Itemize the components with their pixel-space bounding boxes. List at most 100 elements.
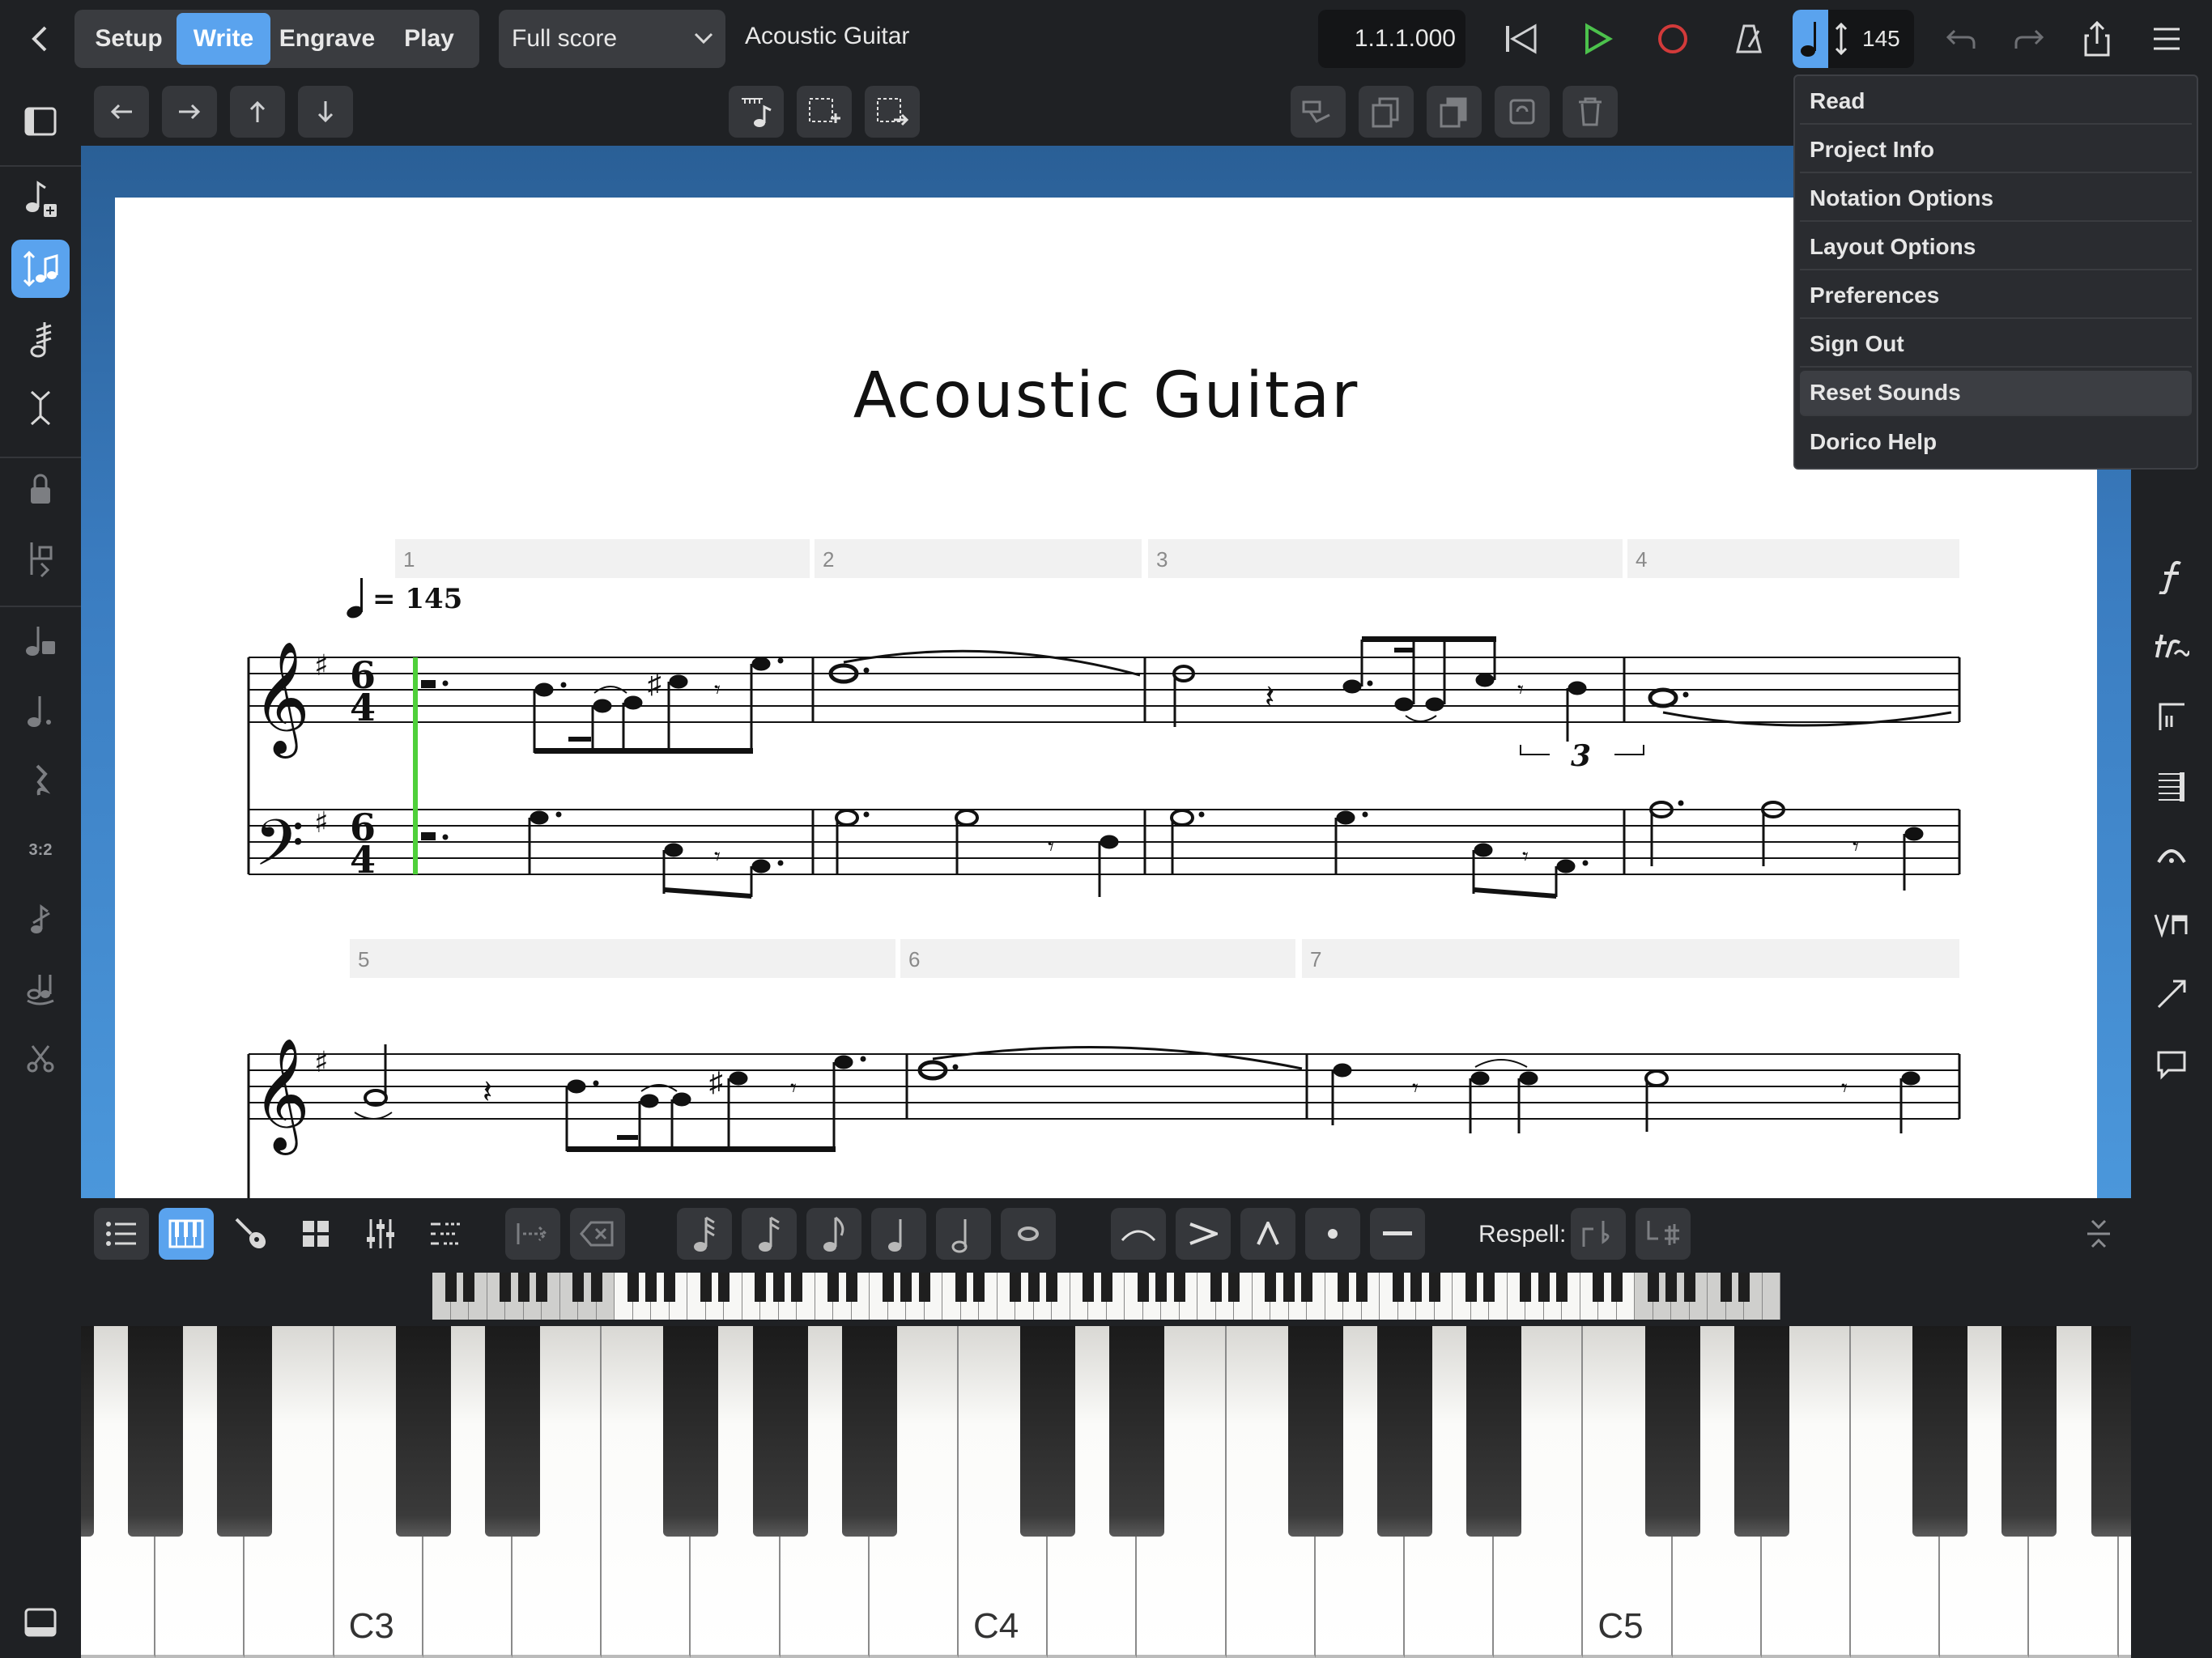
black-key[interactable] <box>2091 1326 2131 1537</box>
black-key[interactable] <box>1377 1326 1432 1537</box>
menu-item-reset-sounds[interactable]: Reset Sounds <box>1800 371 2192 416</box>
marcato-button[interactable] <box>1240 1208 1295 1260</box>
note-input-tool[interactable] <box>11 170 70 228</box>
select-move-tool[interactable] <box>11 240 70 298</box>
accent-button[interactable] <box>1176 1208 1231 1260</box>
split-stem-tool[interactable] <box>11 379 70 437</box>
black-key[interactable] <box>1733 1326 1789 1537</box>
transport-position[interactable]: 1.1.1.000 <box>1318 10 1465 68</box>
keyboard-view-button[interactable] <box>159 1208 214 1260</box>
dynamics-tool[interactable] <box>2142 547 2201 606</box>
metronome-button[interactable] <box>1725 16 1773 62</box>
move-left-button[interactable] <box>94 86 149 138</box>
respell-down-button[interactable] <box>1636 1208 1691 1260</box>
black-key[interactable] <box>395 1326 451 1537</box>
toggle-left-panel-button[interactable] <box>11 92 70 151</box>
scissors-tool[interactable] <box>11 1030 70 1088</box>
rewind-button[interactable] <box>1496 16 1545 62</box>
redo-button[interactable] <box>2005 16 2053 62</box>
fretboard-view-button[interactable] <box>223 1208 279 1260</box>
note-input-button[interactable] <box>729 86 784 138</box>
move-up-button[interactable] <box>230 86 285 138</box>
black-key[interactable] <box>841 1326 897 1537</box>
toggle-bottom-panel-button[interactable] <box>11 1593 70 1652</box>
delete-button[interactable] <box>1563 86 1618 138</box>
lines-tool[interactable] <box>2142 965 2201 1023</box>
paste-button[interactable] <box>1427 86 1482 138</box>
move-right-button[interactable] <box>162 86 217 138</box>
share-button[interactable] <box>2073 16 2121 62</box>
black-key[interactable] <box>1644 1326 1700 1537</box>
black-key[interactable] <box>1466 1326 1522 1537</box>
lock-duration-tool[interactable] <box>11 460 70 518</box>
comments-tool[interactable] <box>2142 1035 2201 1093</box>
advance-caret-button[interactable] <box>505 1208 560 1260</box>
drum-pads-view-button[interactable] <box>288 1208 343 1260</box>
duration-half-button[interactable] <box>936 1208 991 1260</box>
repeat-button[interactable] <box>1495 86 1550 138</box>
undo-button[interactable] <box>1937 16 1985 62</box>
black-key[interactable] <box>663 1326 719 1537</box>
respell-up-button[interactable] <box>1571 1208 1626 1260</box>
black-key[interactable] <box>1287 1326 1343 1537</box>
black-key[interactable] <box>81 1326 94 1537</box>
menu-item-layout-options[interactable]: Layout Options <box>1800 225 2192 270</box>
piano-keyboard[interactable]: C3 C4 C5 <box>81 1326 2131 1658</box>
black-key[interactable] <box>485 1326 540 1537</box>
key-editor-view-button[interactable] <box>418 1208 473 1260</box>
menu-item-preferences[interactable]: Preferences <box>1800 274 2192 319</box>
slur-button[interactable] <box>1111 1208 1166 1260</box>
copy-button[interactable] <box>1359 86 1414 138</box>
duration-quarter-button[interactable] <box>871 1208 926 1260</box>
duration-whole-button[interactable] <box>1001 1208 1056 1260</box>
black-key[interactable] <box>1020 1326 1076 1537</box>
rest-tool[interactable] <box>11 751 70 810</box>
hamburger-menu-button[interactable] <box>2142 16 2191 62</box>
dotted-note-tool[interactable] <box>11 682 70 740</box>
playing-techniques-tool[interactable] <box>2142 895 2201 954</box>
duration-32nd-button[interactable] <box>742 1208 797 1260</box>
play-button[interactable] <box>1572 16 1621 62</box>
move-selection-button[interactable] <box>865 86 920 138</box>
menu-item-sign-out[interactable]: Sign Out <box>1800 322 2192 368</box>
paste-special-button[interactable] <box>1291 86 1346 138</box>
insert-bars-button[interactable] <box>797 86 852 138</box>
grace-note-tool[interactable] <box>11 891 70 949</box>
menu-item-dorico-help[interactable]: Dorico Help <box>1800 419 2192 465</box>
mode-play-button[interactable]: Play <box>385 13 473 65</box>
record-button[interactable] <box>1648 16 1697 62</box>
black-key[interactable] <box>1912 1326 1968 1537</box>
tuplet-tool[interactable]: 3:2 <box>11 821 70 879</box>
black-key[interactable] <box>217 1326 273 1537</box>
tenuto-button[interactable] <box>1370 1208 1425 1260</box>
add-chord-tool[interactable] <box>11 612 70 670</box>
menu-item-project-info[interactable]: Project Info <box>1800 128 2192 173</box>
mode-write-button[interactable]: Write <box>177 13 270 65</box>
tie-tool[interactable] <box>11 960 70 1018</box>
duration-16th-button[interactable] <box>806 1208 861 1260</box>
holds-pauses-tool[interactable] <box>2142 826 2201 884</box>
keyboard-range-navigator[interactable] <box>81 1269 2131 1326</box>
back-button[interactable] <box>16 16 62 62</box>
tremolo-tool[interactable] <box>11 309 70 368</box>
mixer-view-button[interactable] <box>353 1208 408 1260</box>
tempo-control[interactable]: 145 <box>1793 10 1914 68</box>
menu-item-notation-options[interactable]: Notation Options <box>1800 176 2192 222</box>
black-key[interactable] <box>1109 1326 1165 1537</box>
insert-mode-tool[interactable] <box>11 529 70 588</box>
duration-64th-button[interactable] <box>677 1208 732 1260</box>
mode-engrave-button[interactable]: Engrave <box>272 13 382 65</box>
bars-barlines-tool[interactable] <box>2142 756 2201 814</box>
black-key[interactable] <box>752 1326 808 1537</box>
repeat-structures-tool[interactable] <box>2142 687 2201 745</box>
backspace-button[interactable] <box>570 1208 625 1260</box>
ornaments-tool[interactable] <box>2142 617 2201 675</box>
menu-item-read[interactable]: Read <box>1800 79 2192 125</box>
layout-select[interactable]: Full score <box>499 10 725 68</box>
mode-setup-button[interactable]: Setup <box>81 13 177 65</box>
staccato-button[interactable] <box>1305 1208 1360 1260</box>
black-key[interactable] <box>2001 1326 2057 1537</box>
events-view-button[interactable] <box>94 1208 149 1260</box>
black-key[interactable] <box>128 1326 184 1537</box>
move-down-button[interactable] <box>298 86 353 138</box>
